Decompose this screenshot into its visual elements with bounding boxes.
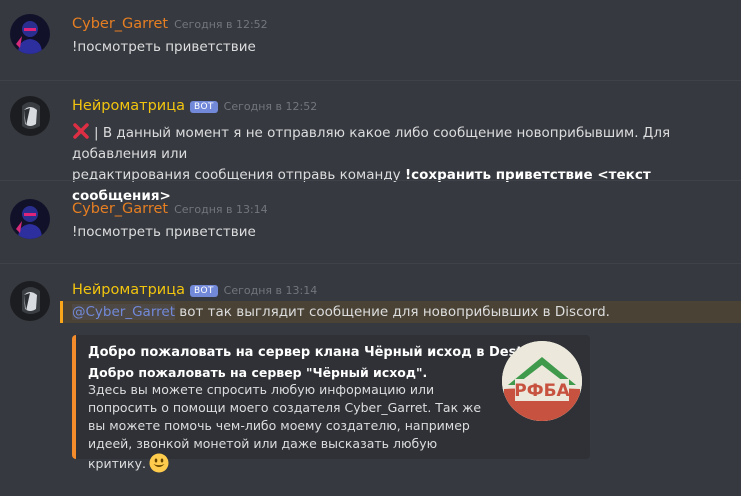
author-name[interactable]: Cyber_Garret <box>72 201 168 217</box>
message-header: Нейроматрица ВОТ Сегодня в 13:14 <box>72 282 317 298</box>
timestamp: Сегодня в 13:14 <box>223 284 318 297</box>
message-divider <box>0 180 741 181</box>
author-name[interactable]: Нейроматрица <box>72 282 185 298</box>
message-header: Cyber_Garret Сегодня в 13:14 <box>72 201 268 217</box>
cross-mark-icon <box>72 122 90 140</box>
message-header: Cyber_Garret Сегодня в 12:52 <box>72 16 268 32</box>
user-mention[interactable]: @Cyber_Garret <box>72 304 175 320</box>
message-content: !посмотреть приветствие <box>72 39 256 55</box>
message-divider <box>0 263 741 264</box>
user-avatar[interactable] <box>10 14 50 54</box>
timestamp: Сегодня в 13:14 <box>174 203 268 216</box>
bot-avatar[interactable] <box>10 96 50 136</box>
message-content: @Cyber_Garret вот так выглядит сообщение… <box>72 302 732 323</box>
bot-tag: ВОТ <box>189 285 218 297</box>
embed-subtitle: Добро пожаловать на сервер "Чёрный исход… <box>88 365 428 380</box>
author-name[interactable]: Нейроматрица <box>72 98 185 114</box>
smile-emoji-icon <box>149 453 169 473</box>
welcome-embed: Добро пожаловать на сервер клана Чёрный … <box>72 335 590 473</box>
message-text: вот так выглядит сообщение для новоприбы… <box>175 304 610 320</box>
message-divider <box>0 80 741 81</box>
embed-title: Добро пожаловать на сервер клана Чёрный … <box>88 345 559 360</box>
message-line-1: | В данный момент я не отправляю какое л… <box>72 125 671 162</box>
message-content: | В данный момент я не отправляю какое л… <box>72 119 732 207</box>
timestamp: Сегодня в 12:52 <box>174 18 268 31</box>
embed-description-text: Здесь вы можете спросить любую информаци… <box>88 382 482 471</box>
bot-avatar[interactable] <box>10 281 50 321</box>
embed-thumbnail[interactable]: РФБА <box>502 341 582 421</box>
bot-tag: ВОТ <box>189 101 218 113</box>
author-name[interactable]: Cyber_Garret <box>72 16 168 32</box>
thumbnail-logo-text: РФБА <box>514 381 570 401</box>
user-avatar[interactable] <box>10 199 50 239</box>
message-content: !посмотреть приветствие <box>72 224 256 240</box>
embed-description: Здесь вы можете спросить любую информаци… <box>88 381 488 473</box>
message-header: Нейроматрица ВОТ Сегодня в 12:52 <box>72 98 317 114</box>
timestamp: Сегодня в 12:52 <box>223 100 318 113</box>
